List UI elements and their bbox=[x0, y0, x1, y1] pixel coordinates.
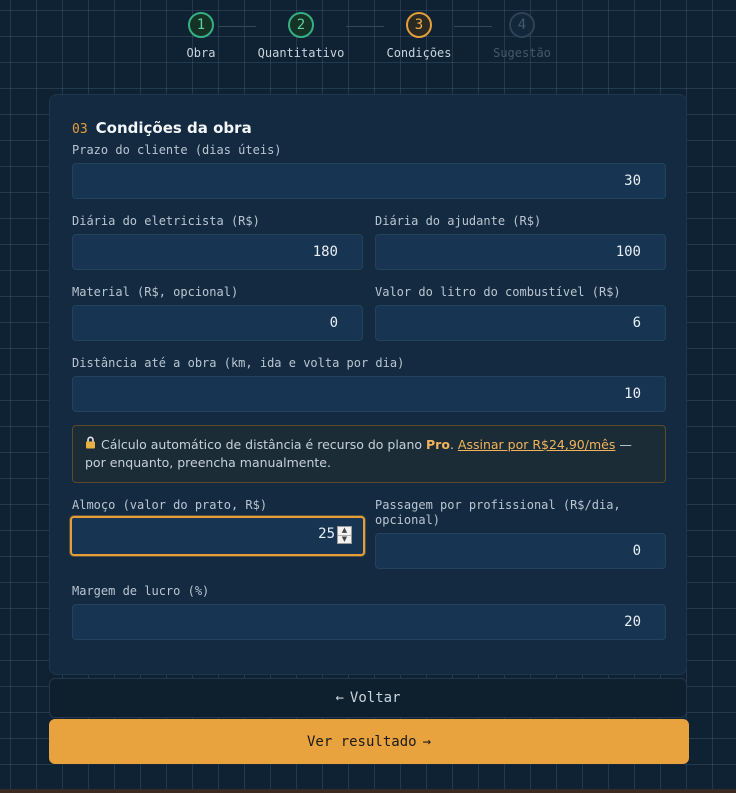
material-input[interactable]: 0 bbox=[72, 305, 363, 341]
conditions-card: 03 Condições da obra Prazo do cliente (d… bbox=[49, 94, 687, 675]
almoco-value: 25 bbox=[318, 526, 335, 542]
step-number: 3 bbox=[406, 12, 432, 38]
page-bottom-edge bbox=[0, 789, 736, 793]
plan-name: Pro bbox=[426, 437, 450, 452]
margem-input[interactable]: 20 bbox=[72, 604, 666, 640]
passagem-input[interactable]: 0 bbox=[375, 533, 666, 569]
passagem-label-line1: Passagem por profissional (R$/dia, bbox=[375, 498, 621, 512]
passagem-label-line2: opcional) bbox=[375, 513, 441, 527]
spin-up-icon[interactable]: ▲ bbox=[338, 527, 351, 535]
distancia-input[interactable]: 10 bbox=[72, 376, 666, 412]
almoco-label: Almoço (valor do prato, R$) bbox=[72, 498, 268, 512]
section-number: 03 bbox=[72, 122, 88, 137]
see-result-button[interactable]: Ver resultado → bbox=[49, 719, 689, 764]
step-sugestao: 4 Sugestão bbox=[462, 12, 582, 60]
arrow-left-icon: ← bbox=[335, 690, 344, 706]
diaria-ajudante-input[interactable]: 100 bbox=[375, 234, 666, 270]
material-label: Material (R$, opcional) bbox=[72, 285, 239, 299]
notice-dot: . bbox=[449, 437, 458, 452]
diaria-ajudante-label: Diária do ajudante (R$) bbox=[375, 214, 542, 228]
prazo-label: Prazo do cliente (dias úteis) bbox=[72, 143, 282, 157]
section-heading: 03 Condições da obra bbox=[72, 119, 252, 137]
back-label: Voltar bbox=[349, 690, 401, 706]
notice-text: Cálculo automático de distância é recurs… bbox=[100, 437, 427, 452]
subscribe-link[interactable]: Assinar por R$24,90/mês bbox=[458, 437, 615, 452]
step-label: Sugestão bbox=[493, 46, 551, 60]
lock-icon bbox=[85, 436, 97, 454]
diaria-eletricista-input[interactable]: 180 bbox=[72, 234, 363, 270]
step-label: Condições bbox=[386, 46, 452, 60]
combustivel-label: Valor do litro do combustível (R$) bbox=[375, 285, 621, 299]
step-quantitativo[interactable]: 2 Quantitativo bbox=[241, 12, 361, 60]
step-condicoes[interactable]: 3 Condições bbox=[359, 12, 479, 60]
combustivel-input[interactable]: 6 bbox=[375, 305, 666, 341]
diaria-eletricista-label: Diária do eletricista (R$) bbox=[72, 214, 260, 228]
progress-stepper: 1 Obra 2 Quantitativo 3 Condições 4 Suge… bbox=[0, 0, 736, 70]
arrow-right-icon: → bbox=[422, 733, 431, 750]
almoco-input[interactable]: 25 ▲ ▼ bbox=[70, 516, 365, 556]
next-label: Ver resultado bbox=[306, 733, 417, 750]
step-number: 1 bbox=[188, 12, 214, 38]
distancia-label: Distância até a obra (km, ida e volta po… bbox=[72, 356, 405, 370]
passagem-label: Passagem por profissional (R$/dia, opcio… bbox=[375, 498, 621, 528]
prazo-input[interactable]: 30 bbox=[72, 163, 666, 199]
section-title: Condições da obra bbox=[95, 119, 252, 137]
step-label: Quantitativo bbox=[257, 46, 345, 60]
distance-pro-notice: Cálculo automático de distância é recurs… bbox=[72, 425, 666, 483]
margem-label: Margem de lucro (%) bbox=[72, 584, 210, 598]
number-stepper[interactable]: ▲ ▼ bbox=[337, 526, 352, 544]
step-number: 4 bbox=[509, 12, 535, 38]
spin-down-icon[interactable]: ▼ bbox=[338, 534, 351, 544]
back-button[interactable]: ← Voltar bbox=[49, 678, 687, 718]
step-number: 2 bbox=[288, 12, 314, 38]
